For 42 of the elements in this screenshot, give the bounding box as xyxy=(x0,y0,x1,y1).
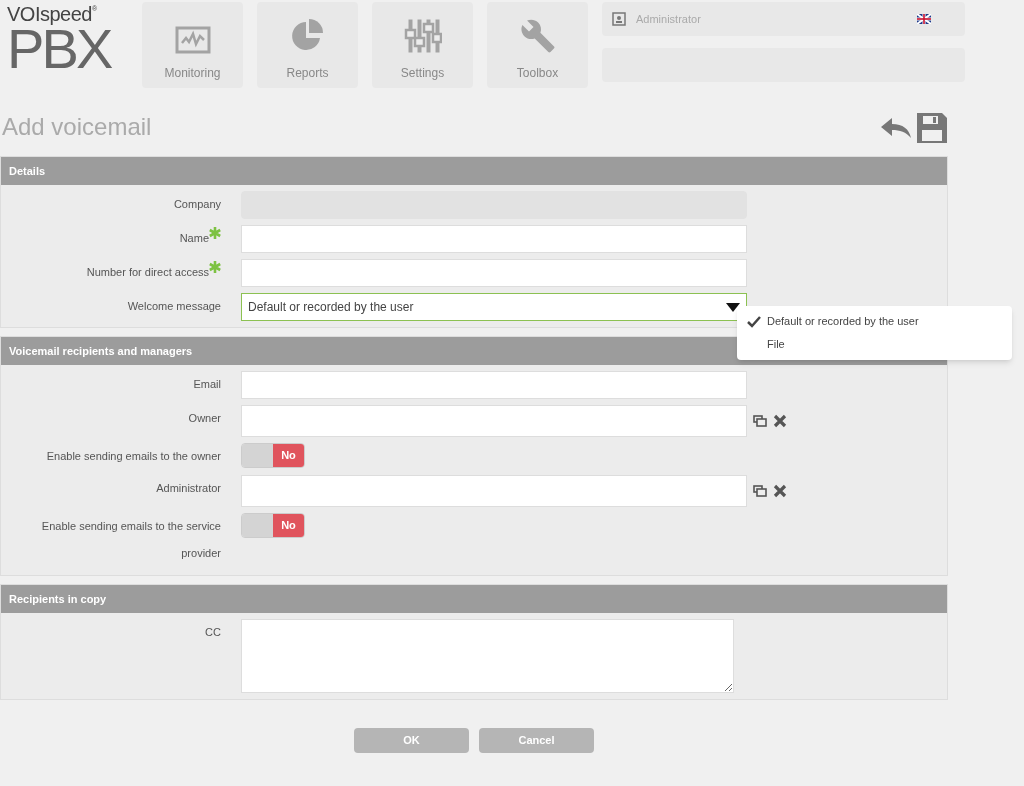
field-label: Welcome message xyxy=(127,299,221,314)
flag-icon[interactable] xyxy=(917,14,931,24)
logo-brand: VOIspeed xyxy=(7,4,92,24)
wrench-icon xyxy=(519,18,556,54)
section-header: Recipients in copy xyxy=(1,585,947,613)
field-label: Enable sending emails to the service provider xyxy=(40,519,221,561)
user-name: Administrator xyxy=(636,11,701,27)
welcome-message-dropdown[interactable]: Default or recorded by the user xyxy=(241,293,747,321)
sliders-icon xyxy=(403,18,442,54)
monitor-chart-icon xyxy=(174,26,211,54)
section-header: Details xyxy=(1,157,947,185)
form-button[interactable]: OK xyxy=(354,728,469,753)
nav-tile[interactable]: Reports xyxy=(257,2,358,88)
toggle-switch[interactable]: No xyxy=(241,513,305,538)
nav-tile[interactable]: Settings xyxy=(372,2,473,88)
form-button[interactable]: Cancel xyxy=(479,728,594,753)
logo-product: PBX xyxy=(7,24,113,74)
nav-tile[interactable]: Toolbox xyxy=(487,2,588,88)
close-icon[interactable] xyxy=(773,414,787,428)
field-label: Company xyxy=(173,197,221,212)
nav-tile[interactable]: Monitoring xyxy=(142,2,243,88)
field-label: Enable sending emails to the owner xyxy=(46,449,221,464)
field-label: Name xyxy=(179,231,209,246)
text-field[interactable] xyxy=(241,225,747,253)
close-icon[interactable] xyxy=(773,484,787,498)
toggle-switch[interactable]: No xyxy=(241,443,305,468)
windows-icon[interactable] xyxy=(753,415,767,427)
text-field[interactable] xyxy=(241,405,747,437)
back-arrow-icon[interactable] xyxy=(880,116,912,140)
field-label: Number for direct access xyxy=(86,265,209,280)
windows-icon[interactable] xyxy=(753,485,767,497)
text-field[interactable] xyxy=(241,371,747,399)
save-icon[interactable] xyxy=(916,112,948,144)
field-label: CC xyxy=(205,625,221,640)
field-label: Administrator xyxy=(156,481,221,496)
text-field[interactable] xyxy=(241,475,747,507)
field-label: Owner xyxy=(188,411,221,426)
caret-icon xyxy=(726,302,740,312)
text-field[interactable] xyxy=(241,259,747,287)
page-title: Add voicemail xyxy=(1,112,152,142)
user-icon xyxy=(612,12,626,26)
field-label: Email xyxy=(193,377,221,392)
